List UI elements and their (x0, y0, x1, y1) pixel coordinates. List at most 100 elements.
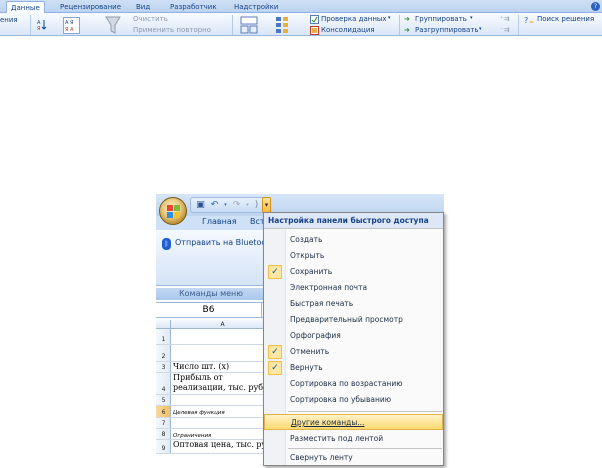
cell[interactable] (173, 329, 275, 344)
tab-home[interactable]: Главная (202, 217, 237, 226)
divider (30, 15, 31, 35)
filter-funnel-icon[interactable] (105, 16, 121, 35)
menu-item-print-preview[interactable]: Предварительный просмотр (264, 312, 443, 328)
ribbon-tab-bar: Данные Рецензирование Вид Разработчик На… (0, 0, 602, 13)
svg-text:=: = (529, 19, 534, 25)
menu-item-redo[interactable]: ✓ Вернуть (264, 360, 443, 376)
column-header-a[interactable]: A (171, 320, 275, 329)
solver-icon[interactable]: ? = (524, 15, 536, 25)
consolidation-icon[interactable] (310, 26, 319, 35)
show-detail-icon[interactable]: ⁺⇉ (500, 15, 510, 23)
office-button[interactable] (159, 197, 187, 225)
menu-item-show-below-ribbon[interactable]: Разместить под лентой (264, 431, 443, 447)
quick-access-toolbar: ▣ ↶ ▾ ↷ ▾ ) (190, 197, 268, 213)
group-button[interactable]: Группировать (415, 15, 467, 23)
row-header[interactable]: 8 (156, 429, 171, 439)
menu-item-open[interactable]: Открыть (264, 248, 443, 264)
remove-duplicates-icon[interactable] (275, 16, 289, 34)
save-icon[interactable]: ▣ (195, 200, 206, 211)
svg-text:Я А: Я А (65, 27, 74, 33)
select-all-corner[interactable] (156, 320, 171, 329)
menu-item-sort-descending[interactable]: Сортировка по убыванию (264, 392, 443, 408)
row-header[interactable]: 1 (156, 329, 171, 344)
cell[interactable] (173, 345, 275, 361)
excel-ribbon: Данные Рецензирование Вид Разработчик На… (0, 0, 602, 36)
menu-item-label: Орфография (290, 331, 341, 340)
undo-icon[interactable]: ↶ (209, 200, 220, 211)
connections-label-cut: ения (0, 16, 18, 24)
menu-item-label: Свернуть ленту (290, 453, 353, 462)
cell[interactable] (173, 418, 275, 428)
svg-text:?: ? (524, 16, 528, 25)
menu-title: Настройка панели быстрого доступа (264, 213, 443, 229)
menu-item-label: Создать (290, 235, 323, 244)
menu-item-spelling[interactable]: Орфография (264, 328, 443, 344)
ungroup-arrow-icon: ➜ (404, 26, 410, 34)
menu-item-email[interactable]: Электронная почта (264, 280, 443, 296)
menu-item-label: Электронная почта (290, 283, 368, 292)
svg-text:Я: Я (37, 26, 40, 30)
chevron-down-icon: ▾ (388, 15, 391, 21)
tab-view[interactable]: Вид (132, 1, 154, 13)
ribbon-group-label: Команды меню (156, 288, 266, 300)
chevron-down-icon: ▾ (470, 15, 473, 21)
divider (399, 15, 400, 35)
menu-item-label: Сортировка по убыванию (290, 395, 392, 404)
clear-filter-button[interactable]: Очистить (133, 15, 168, 23)
ungroup-button[interactable]: Разгруппировать (415, 26, 479, 34)
row-header[interactable]: 9 (156, 440, 171, 453)
chevron-down-icon: ▾ (479, 26, 482, 32)
data-validation-icon[interactable] (310, 15, 319, 24)
row-header[interactable]: 7 (156, 418, 171, 428)
row-header[interactable]: 4 (156, 373, 171, 394)
menu-item-quick-print[interactable]: Быстрая печать (264, 296, 443, 312)
menu-item-more-commands[interactable]: Другие команды... (264, 414, 443, 430)
menu-item-save[interactable]: ✓ Сохранить (264, 264, 443, 280)
customize-qat-button[interactable]: ▾ (262, 197, 271, 213)
tab-review[interactable]: Рецензирование (56, 1, 125, 13)
menu-item-label: Разместить под лентой (290, 434, 384, 443)
tab-developer[interactable]: Разработчик (166, 1, 221, 13)
data-validation-button[interactable]: Проверка данных (321, 15, 387, 23)
menu-item-minimize-ribbon[interactable]: Свернуть ленту (264, 450, 443, 466)
cell[interactable]: Прибыль от реализации, тыс. руб. (173, 373, 275, 394)
cell[interactable]: Целевая функция (173, 406, 275, 417)
menu-item-label: Открыть (290, 251, 325, 260)
menu-item-label: Другие команды... (291, 418, 365, 427)
office-logo-icon (167, 205, 180, 218)
divider (518, 15, 519, 35)
menu-separator (288, 411, 442, 412)
cell[interactable] (173, 395, 275, 405)
help-icon[interactable]: ? (591, 2, 600, 11)
consolidation-button[interactable]: Консолидация (321, 26, 375, 34)
solver-button[interactable]: Поиск решения (537, 15, 594, 23)
tab-addins[interactable]: Надстройки (230, 1, 282, 13)
menu-item-sort-ascending[interactable]: Сортировка по возрастанию (264, 376, 443, 392)
send-bluetooth-button[interactable]: Отправить на Bluetoo (175, 238, 266, 247)
reapply-filter-button[interactable]: Применить повторно (133, 26, 211, 34)
cell[interactable]: Оптовая цена, тыс. руб. (173, 440, 275, 453)
menu-item-label: Сохранить (290, 267, 333, 276)
menu-item-new[interactable]: Создать (264, 232, 443, 248)
chevron-down-icon[interactable]: ▾ (220, 200, 231, 211)
checkmark-icon: ✓ (268, 361, 282, 375)
checkmark-icon: ✓ (268, 265, 282, 279)
customize-qat-menu: Настройка панели быстрого доступа Создат… (263, 212, 444, 466)
sort-dialog-icon[interactable]: А Я Я А (63, 17, 80, 34)
row-header[interactable]: 6 (156, 406, 171, 417)
sort-ascending-icon[interactable]: A Я (37, 18, 47, 30)
row-header[interactable]: 2 (156, 345, 171, 361)
cell[interactable]: Число шт. (x) (173, 362, 275, 372)
row-header[interactable]: 3 (156, 362, 171, 372)
hide-detail-icon[interactable]: ⁻⇉ (500, 26, 510, 34)
cell[interactable]: Ограничения (173, 429, 275, 439)
redo-icon[interactable]: ↷ (231, 200, 242, 211)
text-to-columns-icon[interactable] (240, 16, 258, 34)
tab-data[interactable]: Данные (6, 1, 45, 13)
menu-separator (288, 448, 442, 449)
menu-item-label: Предварительный просмотр (290, 315, 403, 324)
name-box[interactable]: B6 (156, 303, 262, 317)
row-header[interactable]: 5 (156, 395, 171, 405)
menu-item-undo[interactable]: ✓ Отменить (264, 344, 443, 360)
divider (232, 15, 233, 35)
